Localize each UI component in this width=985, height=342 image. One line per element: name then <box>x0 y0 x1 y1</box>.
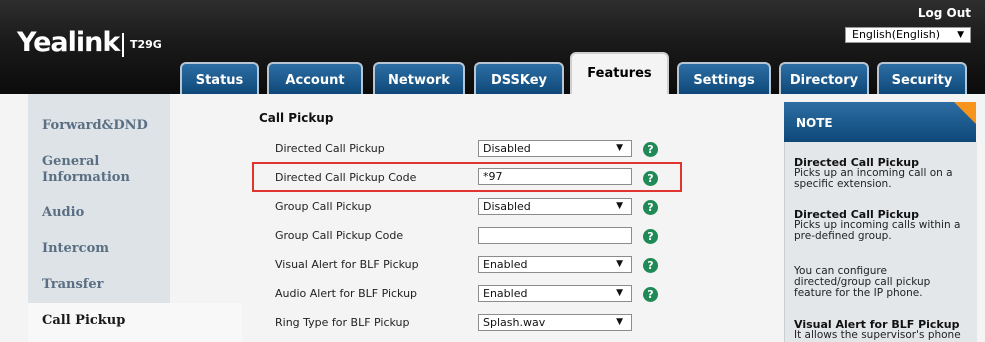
select-value: Disabled <box>483 142 531 155</box>
language-value: English(English) <box>852 28 941 41</box>
group-call-pickup-select[interactable]: Disabled ▼ <box>478 198 632 215</box>
chevron-down-icon: ▼ <box>616 288 623 298</box>
top-header: Yealink T29G Log Out English(English) ▼ … <box>0 0 985 94</box>
visual-alert-blf-pickup-select[interactable]: Enabled ▼ <box>478 256 632 273</box>
help-icon[interactable]: ? <box>643 287 658 302</box>
sidebar-item-transfer[interactable]: Transfer <box>42 277 103 293</box>
section-title: Call Pickup <box>259 111 334 125</box>
note-title: NOTE <box>796 116 833 130</box>
sidebar-item-intercom[interactable]: Intercom <box>42 241 109 257</box>
note-text: Picks up incoming calls within a pre-def… <box>794 219 961 242</box>
tab-status[interactable]: Status <box>180 62 259 94</box>
tab-directory[interactable]: Directory <box>779 62 869 94</box>
help-icon[interactable]: ? <box>643 142 658 157</box>
group-call-pickup-code-input[interactable] <box>478 227 632 244</box>
tab-dsskey[interactable]: DSSKey <box>474 62 564 94</box>
sidebar-item-audio[interactable]: Audio <box>42 205 84 221</box>
row-label-visual-alert-blf-pickup: Visual Alert for BLF Pickup <box>275 258 419 271</box>
select-value: Splash.wav <box>483 316 546 329</box>
select-value: Disabled <box>483 200 531 213</box>
select-value: Enabled <box>483 258 528 271</box>
sidebar-item-call-pickup[interactable]: Call Pickup <box>42 313 125 329</box>
tab-security[interactable]: Security <box>877 62 967 94</box>
row-label-ring-type-blf-pickup: Ring Type for BLF Pickup <box>275 316 410 329</box>
highlight-box <box>252 162 682 192</box>
note-corner-accent <box>954 102 976 124</box>
directed-call-pickup-select[interactable]: Disabled ▼ <box>478 140 632 157</box>
row-label-group-call-pickup: Group Call Pickup <box>275 200 372 213</box>
help-icon[interactable]: ? <box>643 258 658 273</box>
row-label-directed-call-pickup: Directed Call Pickup <box>275 142 385 155</box>
chevron-down-icon: ▼ <box>616 259 623 269</box>
note-header: NOTE <box>784 102 976 142</box>
note-panel: Directed Call Pickup Picks up an incomin… <box>784 142 977 342</box>
row-label-group-call-pickup-code: Group Call Pickup Code <box>275 229 404 242</box>
chevron-down-icon: ▼ <box>957 30 964 40</box>
brand-logo: Yealink <box>17 27 120 58</box>
tab-network[interactable]: Network <box>373 62 465 94</box>
logout-link[interactable]: Log Out <box>918 6 971 20</box>
tab-features[interactable]: Features <box>570 52 669 94</box>
logo-divider <box>122 33 124 57</box>
chevron-down-icon: ▼ <box>616 143 623 153</box>
chevron-down-icon: ▼ <box>616 201 623 211</box>
note-text: Picks up an incoming call on a specific … <box>794 167 953 190</box>
sidebar-item-general-information[interactable]: General Information <box>42 154 152 186</box>
audio-alert-blf-pickup-select[interactable]: Enabled ▼ <box>478 285 632 302</box>
ring-type-blf-pickup-select[interactable]: Splash.wav ▼ <box>478 314 632 331</box>
help-icon[interactable]: ? <box>643 200 658 215</box>
tab-settings[interactable]: Settings <box>677 62 771 94</box>
row-label-audio-alert-blf-pickup: Audio Alert for BLF Pickup <box>275 287 418 300</box>
note-text: You can configure directed/group call pi… <box>794 265 931 299</box>
help-icon[interactable]: ? <box>643 229 658 244</box>
sidebar-item-forward-dnd[interactable]: Forward&DND <box>42 118 148 134</box>
language-select[interactable]: English(English) ▼ <box>845 27 971 43</box>
note-text: It allows the supervisor's phone <box>794 329 961 341</box>
phone-model: T29G <box>130 38 162 51</box>
select-value: Enabled <box>483 287 528 300</box>
chevron-down-icon: ▼ <box>616 317 623 327</box>
sidebar-item-call-pickup-active[interactable]: Call Pickup <box>28 303 242 342</box>
tab-account[interactable]: Account <box>267 62 363 94</box>
